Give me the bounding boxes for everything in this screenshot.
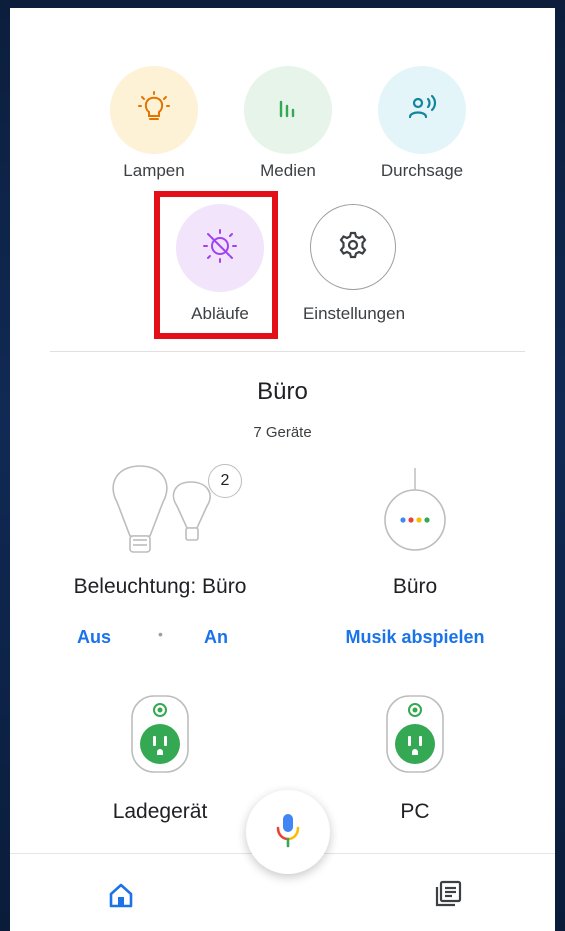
durchsage-label: Durchsage <box>380 161 464 180</box>
equalizer-icon <box>273 93 303 128</box>
lampen-label: Lampen <box>123 161 185 180</box>
gear-icon <box>338 230 368 265</box>
einstellungen-button[interactable] <box>310 204 396 290</box>
divider <box>50 351 525 352</box>
charger-name: Ladegerät <box>112 800 208 823</box>
light-device-name: Beleuchtung: Büro <box>73 575 247 598</box>
smart-plug-icon <box>383 695 447 780</box>
charger-plug-tile[interactable] <box>128 692 192 776</box>
feed-tab[interactable] <box>432 878 464 910</box>
speaker-name: Büro <box>392 575 438 598</box>
microphone-icon <box>275 812 301 853</box>
speaker-tile[interactable] <box>380 466 450 556</box>
broadcast-icon <box>405 91 439 130</box>
light-on-button[interactable]: An <box>204 627 228 648</box>
highlight-box <box>154 191 278 339</box>
smart-speaker-icon <box>380 468 450 560</box>
durchsage-button[interactable] <box>378 66 466 154</box>
home-icon <box>106 883 136 914</box>
microphone-button[interactable] <box>246 790 330 874</box>
room-title: Büro <box>257 378 308 405</box>
device-count: 7 Geräte <box>253 424 312 441</box>
lightbulb-icon <box>137 90 171 130</box>
einstellungen-label: Einstellungen <box>302 304 406 323</box>
action-separator: • <box>158 626 163 642</box>
light-count-badge: 2 <box>208 464 242 498</box>
lampen-button[interactable] <box>110 66 198 154</box>
pc-plug-tile[interactable] <box>383 692 447 776</box>
bulbs-icon <box>95 465 225 564</box>
pc-name: PC <box>400 800 430 823</box>
smart-plug-icon <box>128 695 192 780</box>
medien-label: Medien <box>260 161 316 180</box>
home-tab[interactable] <box>106 880 136 910</box>
medien-button[interactable] <box>244 66 332 154</box>
play-music-button[interactable]: Musik abspielen <box>345 627 484 648</box>
app-screen: Lampen Medien Durchsage Abläufe Einstell… <box>10 8 555 931</box>
feed-icon <box>432 880 464 914</box>
light-off-button[interactable]: Aus <box>77 627 111 648</box>
